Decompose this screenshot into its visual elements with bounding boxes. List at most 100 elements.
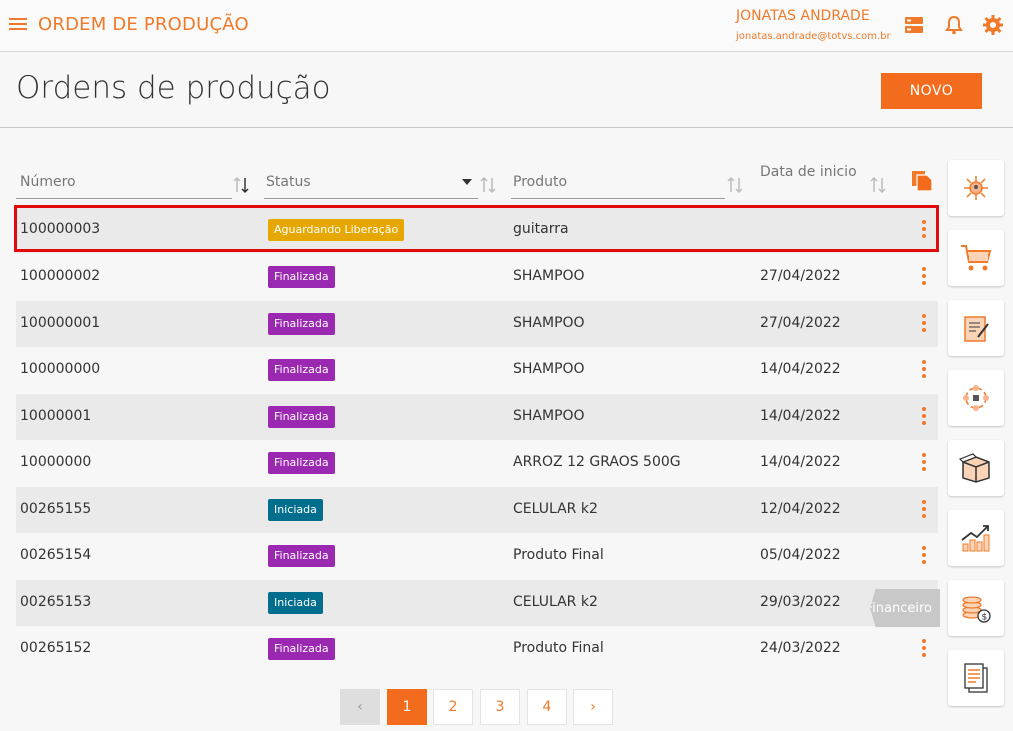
cell-produto: CELULAR k2 bbox=[513, 594, 598, 610]
cell-produto: SHAMPOO bbox=[513, 408, 585, 424]
cell-numero: 10000000 bbox=[20, 454, 92, 470]
cell-produto: SHAMPOO bbox=[513, 315, 585, 331]
pager-page-2[interactable]: 2 bbox=[433, 689, 473, 725]
sort-icon[interactable] bbox=[870, 175, 886, 195]
more-options-icon[interactable] bbox=[922, 314, 926, 332]
pager-page-1[interactable]: 1 bbox=[387, 689, 427, 725]
cell-produto: SHAMPOO bbox=[513, 361, 585, 377]
more-options-icon[interactable] bbox=[922, 453, 926, 471]
copy-icon[interactable] bbox=[911, 170, 933, 192]
cell-numero: 00265154 bbox=[20, 547, 92, 563]
status-badge: Finalizada bbox=[268, 359, 335, 381]
cell-numero: 100000000 bbox=[20, 361, 101, 377]
sidebar-button-contract[interactable] bbox=[948, 300, 1004, 356]
status-badge: Aguardando Liberação bbox=[268, 219, 405, 241]
cell-numero: 00265152 bbox=[20, 640, 92, 656]
cell-numero: 100000003 bbox=[20, 221, 101, 237]
table-row[interactable]: 00265152 Finalizada Produto Final 24/03/202… bbox=[16, 626, 938, 672]
table-row[interactable]: 100000000 Finalizada SHAMPOO 14/04/2022 bbox=[16, 347, 938, 393]
cell-data: 14/04/2022 bbox=[760, 408, 841, 424]
status-badge: Iniciada bbox=[268, 592, 323, 614]
cell-data: 14/04/2022 bbox=[760, 454, 841, 470]
page-header: Ordens de produção NOVO bbox=[0, 52, 1013, 128]
dropdown-caret-icon[interactable] bbox=[462, 179, 472, 185]
status-badge: Finalizada bbox=[268, 545, 335, 567]
sort-icon[interactable] bbox=[727, 175, 743, 195]
server-icon[interactable] bbox=[902, 13, 926, 37]
bell-icon[interactable] bbox=[942, 13, 966, 37]
cell-data: 14/04/2022 bbox=[760, 361, 841, 377]
new-order-button[interactable]: NOVO bbox=[881, 73, 982, 109]
page-title: Ordens de produção bbox=[16, 70, 331, 106]
cell-data: 27/04/2022 bbox=[760, 268, 841, 284]
contract-icon bbox=[964, 316, 989, 342]
column-header-numero[interactable]: Número bbox=[20, 174, 76, 190]
more-options-icon[interactable] bbox=[922, 220, 926, 238]
cell-produto: Produto Final bbox=[513, 547, 604, 563]
column-header-status[interactable]: Status bbox=[266, 174, 311, 190]
table-row[interactable]: 00265155 Iniciada CELULAR k2 12/04/2022 bbox=[16, 487, 938, 533]
table-row[interactable]: 00265153 Iniciada CELULAR k2 29/03/2022 bbox=[16, 580, 938, 626]
cell-numero: 10000001 bbox=[20, 408, 92, 424]
app-title: ORDEM DE PRODUÇÃO bbox=[38, 14, 249, 35]
network-icon bbox=[964, 176, 988, 200]
svg-text:$: $ bbox=[982, 613, 988, 623]
sidebar-button-box[interactable] bbox=[948, 440, 1004, 496]
user-name[interactable]: JONATAS ANDRADE bbox=[736, 8, 870, 24]
process-icon bbox=[963, 385, 989, 411]
sidebar-button-cart[interactable] bbox=[948, 230, 1004, 286]
cell-numero: 100000001 bbox=[20, 315, 101, 331]
column-header-underline bbox=[511, 198, 725, 199]
cell-data: 05/04/2022 bbox=[760, 547, 841, 563]
sort-icon[interactable] bbox=[233, 175, 249, 195]
cell-data: 24/03/2022 bbox=[760, 640, 841, 656]
table-row[interactable]: 100000003 Aguardando Liberação guitarra bbox=[16, 207, 938, 253]
cell-produto: ARROZ 12 GRAOS 500G bbox=[513, 454, 681, 470]
column-header-underline bbox=[16, 198, 232, 199]
table-row[interactable]: 100000001 Finalizada SHAMPOO 27/04/2022 bbox=[16, 301, 938, 347]
cell-numero: 00265155 bbox=[20, 501, 92, 517]
table-row[interactable]: 10000000 Finalizada ARROZ 12 GRAOS 500G 14/… bbox=[16, 440, 938, 486]
status-badge: Finalizada bbox=[268, 406, 335, 428]
more-options-icon[interactable] bbox=[922, 639, 926, 657]
more-options-icon[interactable] bbox=[922, 546, 926, 564]
sort-icon[interactable] bbox=[480, 175, 496, 195]
pager-next-button[interactable]: › bbox=[573, 689, 613, 725]
coins-icon: $ bbox=[962, 596, 991, 623]
table-row[interactable]: 00265154 Finalizada Produto Final 05/04/202… bbox=[16, 533, 938, 579]
sidebar-button-process[interactable] bbox=[948, 370, 1004, 426]
cell-produto: CELULAR k2 bbox=[513, 501, 598, 517]
sidebar-button-finance[interactable]: $ bbox=[948, 580, 1004, 636]
status-badge: Finalizada bbox=[268, 313, 335, 335]
more-options-icon[interactable] bbox=[922, 267, 926, 285]
sidebar-button-network[interactable] bbox=[948, 160, 1004, 216]
cell-numero: 100000002 bbox=[20, 268, 101, 284]
sidebar-button-documents[interactable] bbox=[948, 650, 1004, 706]
cart-icon bbox=[961, 245, 992, 271]
table-row[interactable]: 10000001 Finalizada SHAMPOO 14/04/2022 bbox=[16, 394, 938, 440]
pager-page-4[interactable]: 4 bbox=[527, 689, 567, 725]
cell-numero: 00265153 bbox=[20, 594, 92, 610]
sidebar-button-chart[interactable] bbox=[948, 510, 1004, 566]
cell-data: 27/04/2022 bbox=[760, 315, 841, 331]
top-bar: ORDEM DE PRODUÇÃO JONATAS ANDRADE jonata… bbox=[0, 0, 1013, 52]
more-options-icon[interactable] bbox=[922, 500, 926, 518]
status-badge: Finalizada bbox=[268, 638, 335, 660]
cell-data: 12/04/2022 bbox=[760, 501, 841, 517]
more-options-icon[interactable] bbox=[922, 407, 926, 425]
cell-produto: guitarra bbox=[513, 221, 569, 237]
gear-icon[interactable] bbox=[981, 13, 1005, 37]
pager-prev-button[interactable]: ‹ bbox=[340, 689, 380, 725]
column-header-produto[interactable]: Produto bbox=[513, 174, 567, 190]
cell-produto: Produto Final bbox=[513, 640, 604, 656]
hamburger-menu-icon[interactable] bbox=[8, 14, 28, 34]
status-badge: Finalizada bbox=[268, 452, 335, 474]
more-options-icon[interactable] bbox=[922, 360, 926, 378]
cell-produto: SHAMPOO bbox=[513, 268, 585, 284]
table-row[interactable]: 100000002 Finalizada SHAMPOO 27/04/2022 bbox=[16, 254, 938, 300]
column-header-data[interactable]: Data de inicio bbox=[760, 164, 857, 180]
box-icon bbox=[959, 453, 990, 483]
column-header-underline bbox=[264, 198, 478, 199]
user-email: jonatas.andrade@totvs.com.br bbox=[736, 31, 891, 42]
pager-page-3[interactable]: 3 bbox=[480, 689, 520, 725]
